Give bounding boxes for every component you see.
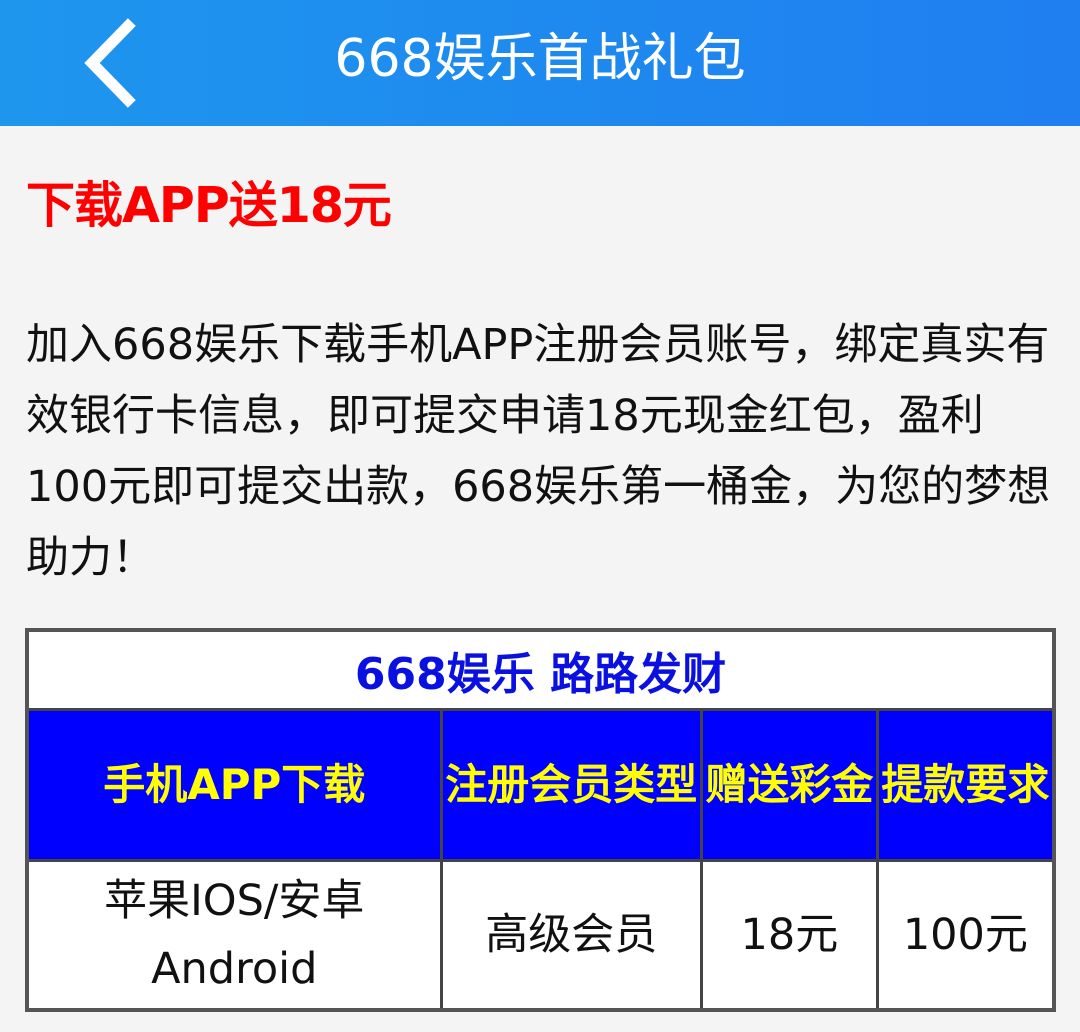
app-header: 668娱乐首战礼包 — [0, 0, 1080, 126]
cell-withdraw-requirement: 100元 — [875, 859, 1056, 1012]
header-cell-app-download: 手机APP下载 — [25, 708, 443, 862]
table-title-row: 668娱乐 路路发财 — [25, 628, 1056, 711]
cell-platform: 苹果IOS/安卓Android — [25, 859, 443, 1012]
header-cell-withdraw-requirement: 提款要求 — [875, 708, 1056, 862]
bonus-table: 668娱乐 路路发财 手机APP下载 注册会员类型 赠送彩金 提款要求 苹果IO… — [25, 628, 1056, 1012]
promo-title: 下载APP送18元 — [26, 177, 392, 234]
page-title: 668娱乐首战礼包 — [334, 29, 746, 89]
header-cell-member-type: 注册会员类型 — [439, 708, 704, 862]
header-cell-bonus: 赠送彩金 — [700, 708, 879, 862]
table-row: 苹果IOS/安卓Android 高级会员 18元 100元 — [25, 859, 1056, 1012]
promo-description: 加入668娱乐下载手机APP注册会员账号，绑定真实有效银行卡信息，即可提交申请1… — [26, 320, 1051, 583]
table-title: 668娱乐 路路发财 — [25, 628, 1056, 711]
table-header-row: 手机APP下载 注册会员类型 赠送彩金 提款要求 — [25, 708, 1056, 862]
cell-bonus: 18元 — [700, 859, 879, 1012]
cell-member-type: 高级会员 — [439, 859, 704, 1012]
